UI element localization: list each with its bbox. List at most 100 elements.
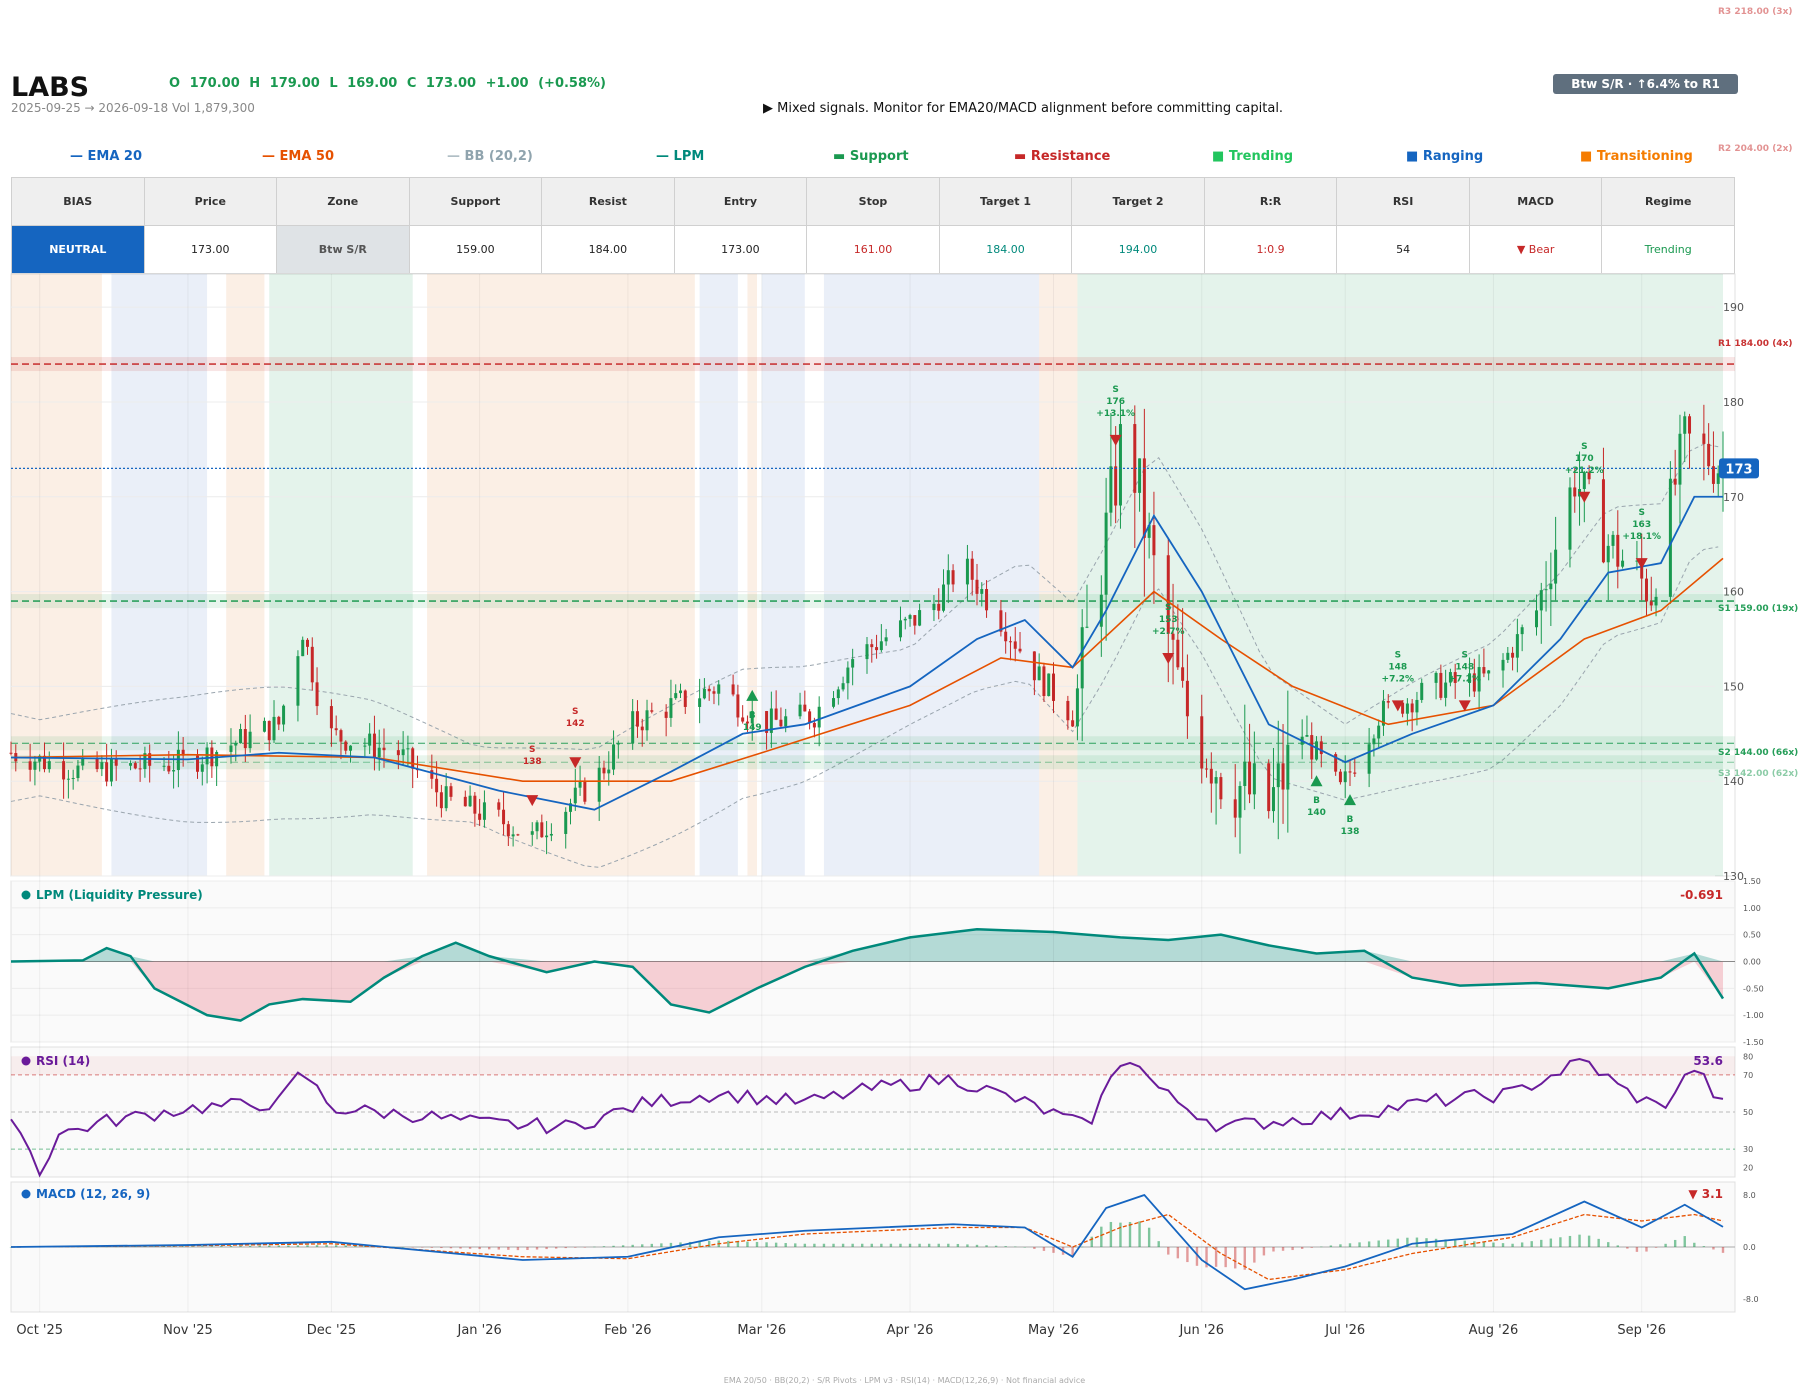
macd-histogram-bar [1224,1247,1227,1268]
candle-body [1233,799,1237,818]
candle-body [1138,458,1142,493]
candle-body [678,690,682,694]
macd-histogram-bar [545,1247,548,1250]
candle-body [167,765,171,772]
macd-histogram-bar [956,1243,960,1247]
macd-histogram-bar [564,1247,567,1249]
macd-histogram-bar [201,1246,204,1247]
macd-histogram-bar [1157,1241,1160,1247]
candle-body [339,730,343,742]
candle-body [1152,525,1156,556]
macd-histogram-bar [1329,1245,1333,1247]
candle-body [334,728,338,731]
candle-body [473,795,477,814]
macd-histogram-bar [1320,1246,1323,1248]
candle-body [1042,666,1046,697]
candle-body [449,786,453,797]
candle-body [1071,720,1075,727]
candle-body [1181,667,1185,681]
lpm-tick-label: 1.00 [1743,904,1761,913]
macd-histogram-bar [296,1245,300,1247]
candle-body [980,589,984,594]
candle-body [372,733,376,758]
candle-body [602,767,606,774]
macd-histogram-bar [966,1244,969,1247]
macd-histogram-bar [1568,1235,1572,1247]
candle-body [1219,777,1223,800]
candle-body [545,835,549,838]
candle-body [129,763,133,766]
price-panel: 130140150160170180190R3 218.00 (3x)R2 20… [9,7,1798,883]
candle-body [1616,534,1620,567]
candle-body [47,761,51,770]
macd-histogram-bar [1348,1243,1352,1247]
macd-histogram-bar [1358,1242,1361,1247]
candle-body [903,618,907,621]
candle-body [942,584,946,611]
macd-title: MACD (12, 26, 9) [36,1187,150,1201]
candle-body [669,698,673,718]
candle-body [1372,738,1376,745]
candle-body [215,751,219,767]
candle-body [239,729,243,744]
candle-body [1104,512,1108,595]
signal-price-label: 149 [743,723,762,733]
candle-body [616,743,620,745]
macd-histogram-bar [1597,1238,1600,1247]
signal-side-label: S [1462,650,1468,660]
candle-body [1176,639,1180,668]
macd-histogram-bar [832,1243,835,1247]
macd-histogram-bar [507,1247,510,1250]
candle-body [1305,735,1309,737]
candle-body [540,822,544,838]
signal-price-label: 176 [1106,397,1125,407]
candle-body [109,758,113,782]
macd-histogram-bar [765,1242,768,1247]
macd-histogram-bar [851,1243,854,1247]
candle-body [9,752,13,754]
candle-body [377,747,381,758]
candle-body [712,691,716,694]
candle-body [1319,741,1323,755]
candle-body [573,787,577,804]
macd-histogram-bar [1578,1234,1581,1247]
macd-histogram-bar [947,1243,950,1247]
candle-body [817,706,821,728]
candle-body [1281,763,1285,790]
lpm-value: -0.691 [1680,888,1723,902]
macd-histogram-bar [459,1247,462,1249]
candle-body [951,570,955,585]
candle-body [1315,741,1319,760]
candle-body [267,720,271,741]
x-tick-label: May '26 [1028,1323,1079,1338]
candle-body [100,762,104,770]
candle-body [736,694,740,718]
macd-histogram-bar [889,1243,893,1247]
candle-body [248,731,252,749]
candle-body [1649,601,1653,606]
candle-body [497,802,501,810]
macd-histogram-bar [210,1246,214,1247]
macd-histogram-bar [1033,1247,1036,1249]
candle-body [851,659,855,668]
candle-body [975,579,979,594]
macd-histogram-bar [774,1242,778,1247]
candle-body [884,637,888,642]
macd-histogram-bar [1138,1221,1141,1247]
macd-histogram-bar [1186,1247,1189,1263]
candle-body [282,705,286,725]
macd-histogram-bar [669,1242,673,1247]
candle-body [1611,534,1615,546]
macd-histogram-bar [526,1247,529,1251]
candle-body [310,646,314,683]
macd-histogram-bar [1377,1240,1380,1247]
macd-histogram-bar [1540,1239,1543,1247]
candle-body [482,802,486,820]
signal-side-label: S [572,707,578,717]
macd-histogram-bar [1501,1243,1505,1247]
macd-histogram-bar [1147,1227,1151,1247]
lpm-tick-label: 0.00 [1743,958,1761,967]
candle-body [549,833,553,836]
candle-body [731,684,735,695]
candle-body [1377,725,1381,739]
